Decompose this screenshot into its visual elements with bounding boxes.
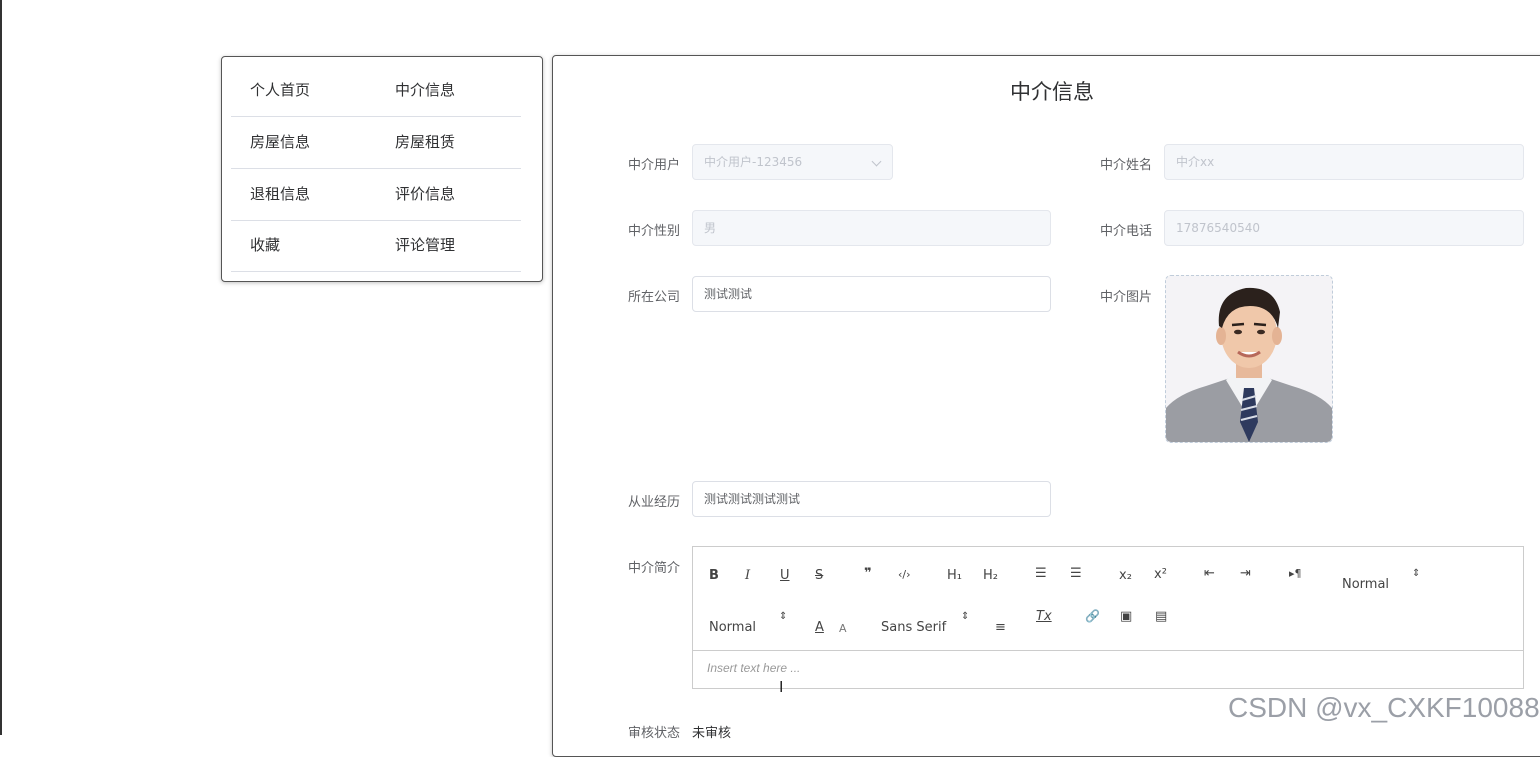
intro-rich-editor: B I U S ❞ ‹/› H₁ H₂ ☰ ☰ x₂ x² ⇤ ⇥ ▸¶ Nor…: [692, 546, 1524, 689]
link-button[interactable]: 🔗: [1085, 609, 1100, 623]
code-block-button[interactable]: ‹/›: [898, 568, 911, 581]
agent-phone-placeholder: 17876540540: [1176, 221, 1260, 235]
experience-value: 测试测试测试测试: [704, 492, 801, 506]
font-select-arrows-icon: ⇕: [961, 611, 970, 622]
font-select[interactable]: Sans Serif: [881, 620, 946, 635]
bold-button[interactable]: B: [709, 568, 719, 583]
menu-item-home[interactable]: 个人首页: [250, 65, 310, 116]
agent-photo-upload[interactable]: [1165, 275, 1333, 443]
indent-decrease-button[interactable]: ⇤: [1204, 566, 1215, 581]
blockquote-button[interactable]: ❞: [864, 566, 872, 581]
agent-gender-input[interactable]: 男: [692, 210, 1051, 246]
photo-label: 中介图片: [1099, 290, 1152, 305]
agent-gender-placeholder: 男: [704, 221, 717, 235]
agent-gender-label: 中介性别: [627, 224, 680, 239]
text-cursor-icon: I: [779, 679, 784, 696]
chevron-down-icon: [871, 156, 882, 167]
agent-name-placeholder: 中介xx: [1176, 155, 1215, 169]
header-select[interactable]: Normal: [1342, 577, 1389, 592]
menu-row: 房屋信息 房屋租赁: [231, 117, 521, 169]
align-button[interactable]: ≡: [995, 620, 1006, 635]
text-color-button[interactable]: A: [815, 620, 824, 635]
review-status-value: 未审核: [692, 726, 732, 741]
agent-info-card: 中介信息 中介用户 中介用户-123456 中介姓名 中介xx 中介性别 男 中…: [552, 55, 1540, 757]
company-value: 测试测试: [704, 287, 753, 301]
intro-label: 中介简介: [627, 561, 680, 576]
menu-row: 个人首页 中介信息: [231, 65, 521, 117]
editor-placeholder: Insert text here ...: [707, 661, 801, 675]
agent-user-placeholder: 中介用户-123456: [704, 155, 803, 169]
menu-row: 退租信息 评价信息: [231, 169, 521, 221]
video-button[interactable]: ▤: [1155, 609, 1167, 624]
menu-item-review-info[interactable]: 评价信息: [395, 169, 455, 220]
agent-portrait-image: [1166, 276, 1332, 442]
menu-item-favorites[interactable]: 收藏: [250, 220, 280, 271]
editor-toolbar: B I U S ❞ ‹/› H₁ H₂ ☰ ☰ x₂ x² ⇤ ⇥ ▸¶ Nor…: [693, 547, 1523, 651]
agent-user-select[interactable]: 中介用户-123456: [692, 144, 893, 180]
header-1-button[interactable]: H₁: [947, 568, 962, 583]
company-label: 所在公司: [627, 290, 680, 305]
header-select-arrows-icon: ⇕: [1412, 568, 1421, 579]
indent-increase-button[interactable]: ⇥: [1240, 566, 1251, 581]
agent-user-label: 中介用户: [627, 158, 680, 173]
size-select[interactable]: Normal: [709, 620, 756, 635]
bullet-list-button[interactable]: ☰: [1070, 566, 1082, 581]
ordered-list-button[interactable]: ☰: [1035, 566, 1047, 581]
menu-row: 收藏 评论管理: [231, 220, 521, 272]
superscript-button[interactable]: x²: [1154, 567, 1167, 582]
menu-item-checkout-info[interactable]: 退租信息: [250, 169, 310, 220]
agent-name-input[interactable]: 中介xx: [1164, 144, 1524, 180]
side-menu: 个人首页 中介信息 房屋信息 房屋租赁 退租信息 评价信息 收藏 评论管理: [221, 56, 543, 282]
image-button[interactable]: ▣: [1120, 609, 1132, 624]
header-2-button[interactable]: H₂: [983, 568, 998, 583]
underline-button[interactable]: U: [780, 568, 790, 583]
menu-item-house-info[interactable]: 房屋信息: [250, 117, 310, 168]
size-select-arrows-icon: ⇕: [779, 611, 788, 622]
agent-phone-label: 中介电话: [1099, 224, 1152, 239]
menu-item-comment-management[interactable]: 评论管理: [395, 220, 455, 271]
experience-label: 从业经历: [627, 495, 680, 510]
page-title: 中介信息: [1010, 80, 1094, 104]
subscript-button[interactable]: x₂: [1119, 568, 1132, 583]
watermark: CSDN @vx_CXKF10088: [1228, 692, 1540, 723]
window-edge: [0, 0, 2, 735]
italic-button[interactable]: I: [745, 568, 750, 583]
agent-phone-input[interactable]: 17876540540: [1164, 210, 1524, 246]
background-color-button[interactable]: A: [839, 622, 847, 635]
experience-input[interactable]: 测试测试测试测试: [692, 481, 1051, 517]
review-status-label: 审核状态: [627, 726, 680, 741]
strike-button[interactable]: S: [815, 568, 823, 583]
editor-content-area[interactable]: Insert text here ...: [707, 661, 800, 675]
text-direction-button[interactable]: ▸¶: [1289, 567, 1302, 580]
menu-item-agent-info[interactable]: 中介信息: [395, 65, 455, 116]
company-input[interactable]: 测试测试: [692, 276, 1051, 312]
menu-item-house-rental[interactable]: 房屋租赁: [395, 117, 455, 168]
clean-format-button[interactable]: Tx: [1036, 609, 1052, 624]
agent-name-label: 中介姓名: [1099, 158, 1152, 173]
